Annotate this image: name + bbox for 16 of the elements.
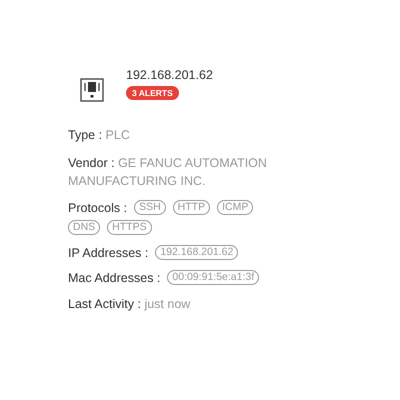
value-chip: HTTP: [172, 200, 210, 215]
value-chip: ICMP: [217, 200, 254, 215]
value-chip: SSH: [134, 200, 166, 215]
field-label: Protocols :: [68, 200, 128, 214]
alerts-badge: 3 ALERTS: [126, 86, 179, 100]
field-text: Vendor : GE FANUC AUTOMATION MANUFACTURING INC.: [68, 155, 268, 190]
value-chip: 192.168.201.62: [155, 245, 238, 260]
value-chip: DNS: [68, 220, 100, 235]
device-title: 192.168.201.62: [126, 68, 213, 82]
value-chip: HTTPS: [107, 220, 152, 235]
device-icon: [80, 78, 104, 102]
field-text: Type : PLC: [68, 127, 131, 144]
field-text: Last Activity : just now: [68, 296, 192, 313]
field-label: Mac Addresses :: [68, 270, 160, 284]
value-chip: 00:09:91:5e:a1:3f: [167, 270, 260, 285]
field-label: IP Addresses :: [68, 246, 148, 260]
